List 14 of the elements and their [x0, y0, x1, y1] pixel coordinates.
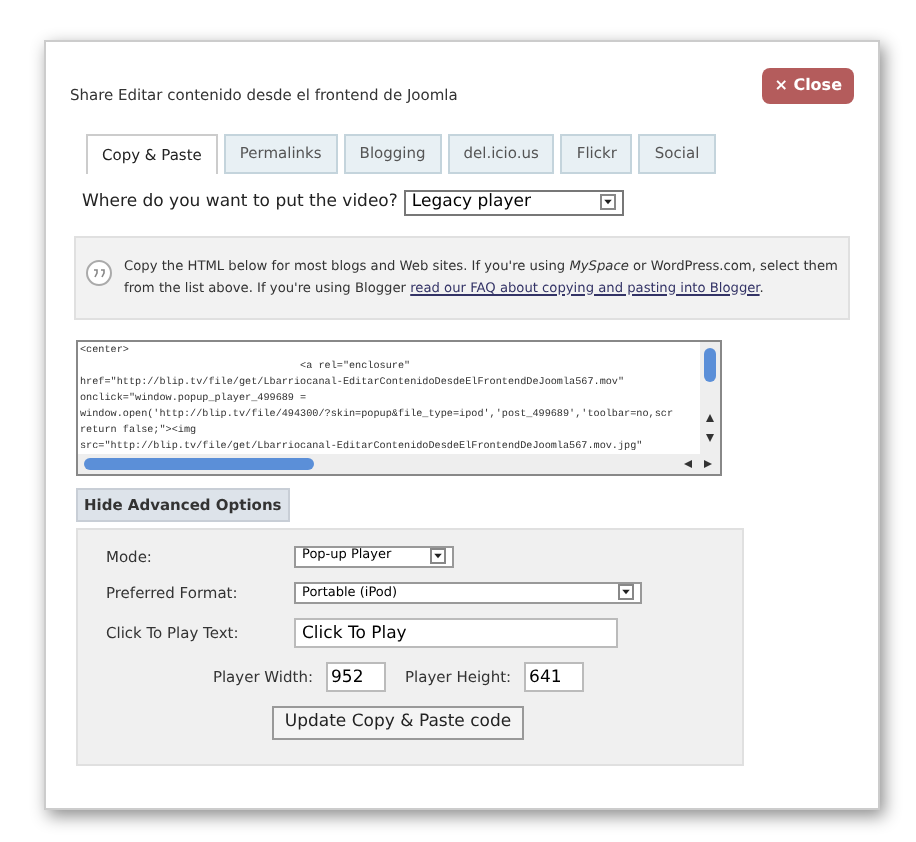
- horizontal-scrollbar[interactable]: [78, 453, 720, 473]
- update-button[interactable]: Update Copy & Paste code: [272, 706, 524, 740]
- height-input[interactable]: 641: [523, 662, 584, 692]
- quote-icon: [86, 259, 112, 285]
- text-input[interactable]: Click To Play: [294, 618, 618, 648]
- placement-label: Where do you want to put the video?: [82, 189, 398, 215]
- placement-select[interactable]: Legacy player: [403, 189, 624, 215]
- code-textarea[interactable]: [76, 339, 722, 475]
- vertical-scrollbar[interactable]: [700, 341, 720, 453]
- width-input[interactable]: 952: [325, 662, 385, 692]
- dropdown-arrow-icon: [430, 548, 446, 565]
- dropdown-arrow-icon: [618, 584, 634, 601]
- close-button[interactable]: × Close: [762, 68, 854, 104]
- dropdown-arrow-icon: [599, 194, 616, 210]
